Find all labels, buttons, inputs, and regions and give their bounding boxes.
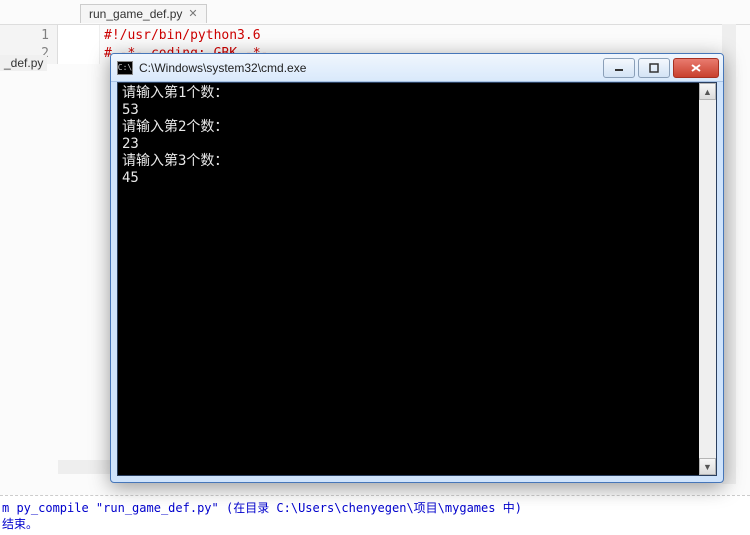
window-controls <box>600 58 719 78</box>
compile-output: m py_compile "run_game_def.py" (在目录 C:\U… <box>0 495 750 535</box>
cmd-line: 请输入第3个数： <box>122 153 228 169</box>
maximize-icon <box>649 63 659 73</box>
tab-bar: run_game_def.py ✕ <box>80 2 207 24</box>
close-button[interactable] <box>673 58 719 78</box>
close-icon <box>690 63 702 73</box>
cmd-output[interactable]: 请输入第1个数： 53 请输入第2个数： 23 请输入第3个数： 45 <box>118 83 699 475</box>
minimize-icon <box>614 63 624 73</box>
close-icon[interactable]: ✕ <box>188 7 197 20</box>
code-line: #!/usr/bin/python3.6 <box>104 27 268 45</box>
cmd-line: 请输入第1个数： <box>122 85 228 101</box>
scroll-down-button[interactable]: ▼ <box>699 458 716 475</box>
minimize-button[interactable] <box>603 58 635 78</box>
file-tab[interactable]: run_game_def.py ✕ <box>80 4 207 23</box>
cmd-line: 请输入第2个数： <box>122 119 228 135</box>
cmd-line: 23 <box>122 136 139 152</box>
output-line: m py_compile "run_game_def.py" (在目录 C:\U… <box>2 500 748 516</box>
cmd-line: 53 <box>122 102 139 118</box>
editor-vertical-scrollbar[interactable] <box>722 24 736 484</box>
cmd-vertical-scrollbar[interactable]: ▲ ▼ <box>699 83 716 475</box>
sidebar-file[interactable]: _def.py <box>0 55 47 71</box>
cmd-client-area: 请输入第1个数： 53 请输入第2个数： 23 请输入第3个数： 45 ▲ ▼ <box>117 82 717 476</box>
output-line: 结束。 <box>2 516 748 532</box>
window-title: C:\Windows\system32\cmd.exe <box>139 61 600 75</box>
line-number: 1 <box>0 27 49 45</box>
scroll-up-button[interactable]: ▲ <box>699 83 716 100</box>
scroll-track[interactable] <box>699 100 716 458</box>
cmd-window[interactable]: C:\ C:\Windows\system32\cmd.exe 请输入第1个数：… <box>110 53 724 483</box>
cmd-line: 45 <box>122 170 139 186</box>
maximize-button[interactable] <box>638 58 670 78</box>
titlebar[interactable]: C:\ C:\Windows\system32\cmd.exe <box>111 54 723 82</box>
tab-filename: run_game_def.py <box>89 7 182 21</box>
gutter-margin <box>58 25 100 64</box>
cmd-icon: C:\ <box>117 61 133 75</box>
